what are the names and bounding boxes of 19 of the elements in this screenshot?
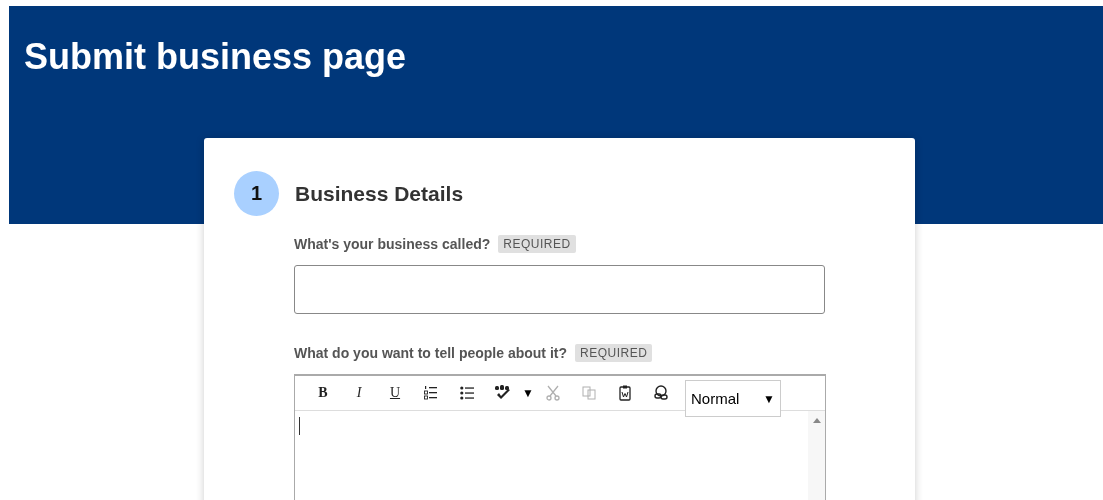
section-title: Business Details [295, 181, 464, 206]
input-field[interactable] [294, 265, 825, 314]
field-label: What do you want to tell people about it? [294, 345, 567, 361]
required-badge: REQUIRED [498, 235, 576, 253]
scroll-up-icon [812, 417, 821, 423]
field-label: What's your business called? [294, 236, 491, 252]
step-number: 1 [234, 171, 279, 216]
bullet-list-icon [460, 386, 474, 400]
page-title: Submit business page [23, 35, 407, 78]
copy-icon [582, 386, 596, 400]
underline-button[interactable]: U [377, 380, 413, 406]
text-cursor [299, 417, 300, 435]
numbered-list-icon [424, 385, 438, 401]
required-badge: REQUIRED [575, 344, 653, 362]
scissors-icon [546, 385, 560, 401]
italic-button[interactable]: I [341, 380, 377, 406]
format-dropdown[interactable]: Normal ▼ [685, 380, 781, 417]
clipboard-icon [619, 385, 631, 401]
bold-button[interactable]: B [305, 380, 341, 406]
